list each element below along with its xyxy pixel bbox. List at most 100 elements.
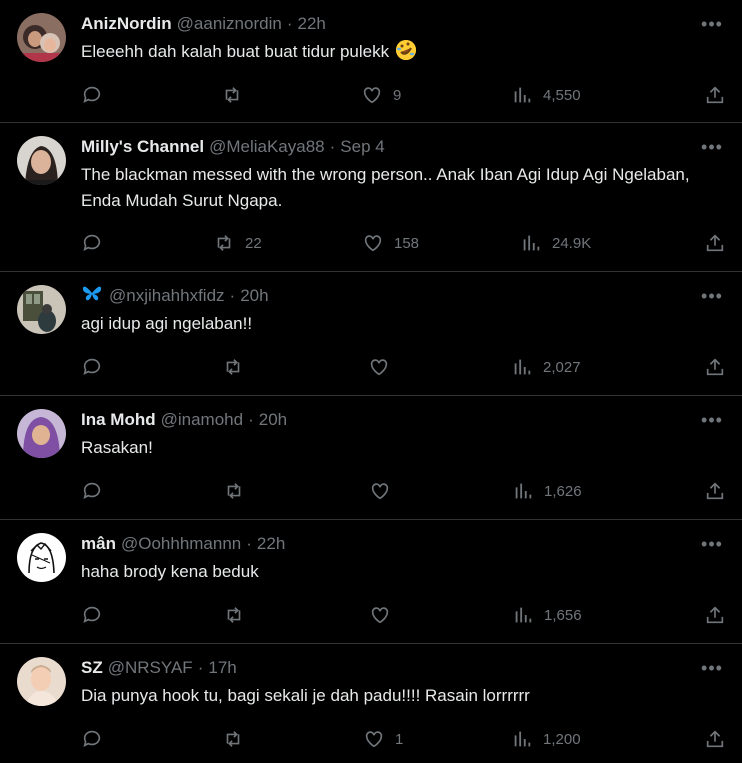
like-button[interactable] <box>369 480 391 502</box>
avatar[interactable] <box>17 409 66 458</box>
avatar[interactable] <box>17 657 66 706</box>
retweet-button[interactable]: 22 <box>213 232 262 254</box>
share-icon <box>706 234 724 252</box>
display-name[interactable]: Ina Mohd <box>81 408 156 432</box>
tweet-text: Rasakan! <box>81 438 153 457</box>
separator-dot: · <box>329 137 336 156</box>
views-chart-icon <box>514 359 531 375</box>
separator-dot: · <box>229 286 236 305</box>
views-button[interactable]: 24.9K <box>520 232 591 254</box>
like-button[interactable]: 158 <box>362 232 419 254</box>
heart-icon <box>371 483 389 500</box>
timestamp[interactable]: 22h <box>297 12 325 36</box>
reply-button[interactable] <box>81 728 103 750</box>
retweet-button[interactable] <box>223 604 245 626</box>
reply-button[interactable] <box>81 232 103 254</box>
retweet-count: 22 <box>245 234 262 252</box>
tweet[interactable]: @nxjihahhxfidz · 20h ••• agi idup agi ng… <box>0 272 742 396</box>
tweet[interactable]: SZ @NRSYAF · 17h ••• Dia punya hook tu, … <box>0 644 742 763</box>
views-button[interactable]: 4,550 <box>511 84 581 106</box>
separator-dot: · <box>248 410 254 429</box>
reply-button[interactable] <box>81 604 103 626</box>
retweet-button[interactable] <box>221 84 243 106</box>
tweet-header: AnizNordin @aaniznordin · 22h <box>81 12 726 36</box>
share-button[interactable] <box>704 84 726 106</box>
avatar[interactable] <box>17 136 66 185</box>
user-handle[interactable]: @aaniznordin <box>177 12 282 36</box>
tweet-content: SZ @NRSYAF · 17h ••• Dia punya hook tu, … <box>81 656 726 709</box>
tweet-actions: 2,027 <box>81 355 726 379</box>
more-options-icon[interactable]: ••• <box>698 408 726 432</box>
share-button[interactable] <box>704 480 726 502</box>
views-chart-icon <box>523 235 540 251</box>
avatar[interactable] <box>17 285 66 334</box>
tweet-actions: 1 1,200 <box>81 727 726 751</box>
heart-icon <box>365 731 383 748</box>
reply-button[interactable] <box>81 356 103 378</box>
share-button[interactable] <box>704 728 726 750</box>
butterfly-icon[interactable] <box>81 284 103 308</box>
tweet-text: Eleeehh dah kalah buat buat tidur pulekk <box>81 39 726 65</box>
user-handle[interactable]: @MeliaKaya88 <box>209 135 325 159</box>
display-name[interactable]: AnizNordin <box>81 12 172 36</box>
reply-icon <box>83 86 101 103</box>
like-button[interactable] <box>369 604 391 626</box>
tweet[interactable]: AnizNordin @aaniznordin · 22h ••• Eleeeh… <box>0 0 742 123</box>
tweet-text: The blackman messed with the wrong perso… <box>81 165 690 210</box>
views-button[interactable]: 2,027 <box>511 356 581 378</box>
user-handle[interactable]: @Oohhhmannn <box>121 532 241 556</box>
avatar[interactable] <box>17 13 66 62</box>
tweet-actions: 22 158 24.9K <box>81 231 726 255</box>
timestamp[interactable]: Sep 4 <box>340 135 384 159</box>
retweet-button[interactable] <box>223 480 245 502</box>
share-button[interactable] <box>704 232 726 254</box>
retweet-button[interactable] <box>222 728 244 750</box>
user-handle[interactable]: @nxjihahhxfidz <box>109 284 225 308</box>
timestamp[interactable]: 22h <box>257 532 285 556</box>
more-options-icon[interactable]: ••• <box>698 532 726 556</box>
like-button[interactable]: 9 <box>361 84 401 106</box>
display-name[interactable]: Milly's Channel <box>81 135 204 159</box>
tweet[interactable]: mân @Oohhhmannn · 22h ••• haha brody ken… <box>0 520 742 644</box>
more-options-icon[interactable]: ••• <box>698 12 726 36</box>
tweet-header: @nxjihahhxfidz · 20h <box>81 284 726 308</box>
views-button[interactable]: 1,626 <box>512 480 582 502</box>
retweet-button[interactable] <box>222 356 244 378</box>
tweet-actions: 1,626 <box>81 479 726 503</box>
tweet-content: @nxjihahhxfidz · 20h ••• agi idup agi ng… <box>81 284 726 337</box>
like-button[interactable]: 1 <box>363 728 403 750</box>
user-handle[interactable]: @inamohd <box>161 408 243 432</box>
reply-icon <box>83 234 101 251</box>
views-count: 2,027 <box>543 358 581 376</box>
tweet[interactable]: Ina Mohd @inamohd · 20h ••• Rasakan! 1,6… <box>0 396 742 520</box>
like-button[interactable] <box>368 356 390 378</box>
heart-icon <box>371 607 389 624</box>
more-options-icon[interactable]: ••• <box>698 135 726 159</box>
more-options-icon[interactable]: ••• <box>698 656 726 680</box>
timestamp[interactable]: 20h <box>240 284 268 308</box>
reply-feed: AnizNordin @aaniznordin · 22h ••• Eleeeh… <box>0 0 742 763</box>
share-button[interactable] <box>704 356 726 378</box>
tweet[interactable]: Milly's Channel @MeliaKaya88 · Sep 4 •••… <box>0 123 742 272</box>
tweet-text: Dia punya hook tu, bagi sekali je dah pa… <box>81 686 530 705</box>
retweet-icon <box>217 235 231 251</box>
avatar[interactable] <box>17 533 66 582</box>
tweet-content: mân @Oohhhmannn · 22h ••• haha brody ken… <box>81 532 726 585</box>
views-button[interactable]: 1,656 <box>512 604 582 626</box>
display-name[interactable]: SZ <box>81 656 103 680</box>
tweet-content: Ina Mohd @inamohd · 20h ••• Rasakan! <box>81 408 726 461</box>
separator-dot: · <box>197 658 204 677</box>
retweet-icon <box>226 359 240 375</box>
more-options-icon[interactable]: ••• <box>698 284 726 308</box>
heart-icon <box>363 87 381 104</box>
timestamp[interactable]: 20h <box>259 408 287 432</box>
user-handle[interactable]: @NRSYAF <box>108 656 193 680</box>
views-button[interactable]: 1,200 <box>511 728 581 750</box>
share-icon <box>706 730 724 748</box>
views-count: 4,550 <box>543 86 581 104</box>
reply-button[interactable] <box>81 84 103 106</box>
share-button[interactable] <box>704 604 726 626</box>
reply-button[interactable] <box>81 480 103 502</box>
timestamp[interactable]: 17h <box>208 656 236 680</box>
display-name[interactable]: mân <box>81 532 116 556</box>
